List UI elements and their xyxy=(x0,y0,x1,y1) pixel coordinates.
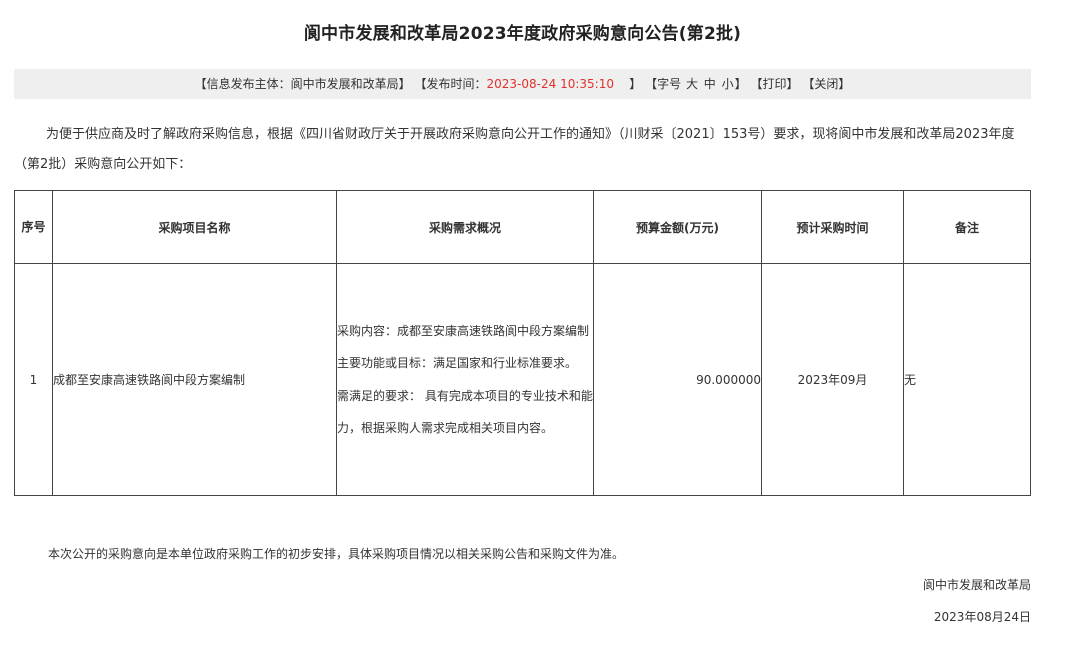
requirement-needs: 需满足的要求： 具有完成本项目的专业技术和能力，根据采购人需求完成相关项目内容。 xyxy=(337,388,593,436)
publish-time-value: 2023-08-24 10:35:10 xyxy=(486,77,614,91)
publisher-close: 】 xyxy=(398,77,411,91)
info-bar: 【信息发布主体：阆中市发展和改革局】 【发布时间：2023-08-24 10:3… xyxy=(14,69,1031,99)
header-seq: 序号 xyxy=(14,190,53,264)
publish-time-label: 【发布时间： xyxy=(414,77,487,91)
issue-date: 2023年08月24日 xyxy=(933,610,1031,624)
table-row: 1 成都至安康高速铁路阆中段方案编制 采购内容：成都至安康高速铁路阆中段方案编制… xyxy=(14,263,1031,496)
close-button[interactable]: 【关闭】 xyxy=(802,77,850,91)
row-budget: 90.000000 xyxy=(593,263,762,496)
page-title: 阆中市发展和改革局2023年度政府采购意向公告(第2批) xyxy=(303,24,742,44)
issuing-organization: 阆中市发展和改革局 xyxy=(922,578,1031,592)
font-size-close: 】 xyxy=(734,77,747,91)
row-project-name: 成都至安康高速铁路阆中段方案编制 xyxy=(52,263,337,496)
font-size-small-button[interactable]: 小 xyxy=(722,77,734,91)
row-time: 2023年09月 xyxy=(761,263,904,496)
row-remark: 无 xyxy=(903,263,1031,496)
requirement-content: 采购内容：成都至安康高速铁路阆中段方案编制 xyxy=(337,323,590,338)
row-requirement: 采购内容：成都至安康高速铁路阆中段方案编制 主要功能或目标：满足国家和行业标准要… xyxy=(336,263,594,496)
intro-paragraph: 为便于供应商及时了解政府采购信息，根据《四川省财政厅关于开展政府采购意向公开工作… xyxy=(14,127,1015,172)
header-time: 预计采购时间 xyxy=(761,190,904,264)
font-size-medium-button[interactable]: 中 xyxy=(704,77,716,91)
header-budget: 预算金额(万元) xyxy=(593,190,762,264)
row-seq: 1 xyxy=(14,263,53,496)
procurement-table: 序号 采购项目名称 采购需求概况 预算金额(万元) 预计采购时间 备注 1 成都… xyxy=(14,190,1031,496)
header-project-name: 采购项目名称 xyxy=(52,190,337,264)
print-button[interactable]: 【打印】 xyxy=(750,77,798,91)
header-requirement: 采购需求概况 xyxy=(336,190,594,264)
publisher-label: 【信息发布主体： xyxy=(194,77,291,91)
table-header-row: 序号 采购项目名称 采购需求概况 预算金额(万元) 预计采购时间 备注 xyxy=(14,190,1031,264)
font-size-large-button[interactable]: 大 xyxy=(686,77,698,91)
font-size-label: 【字号 xyxy=(645,77,682,91)
publish-time-close: 】 xyxy=(629,77,642,91)
header-remark: 备注 xyxy=(903,190,1031,264)
disclaimer-note: 本次公开的采购意向是本单位政府采购工作的初步安排，具体采购项目情况以相关采购公告… xyxy=(48,547,625,561)
publisher-value: 阆中市发展和改革局 xyxy=(290,77,399,91)
requirement-function: 主要功能或目标：满足国家和行业标准要求。 xyxy=(337,356,578,370)
